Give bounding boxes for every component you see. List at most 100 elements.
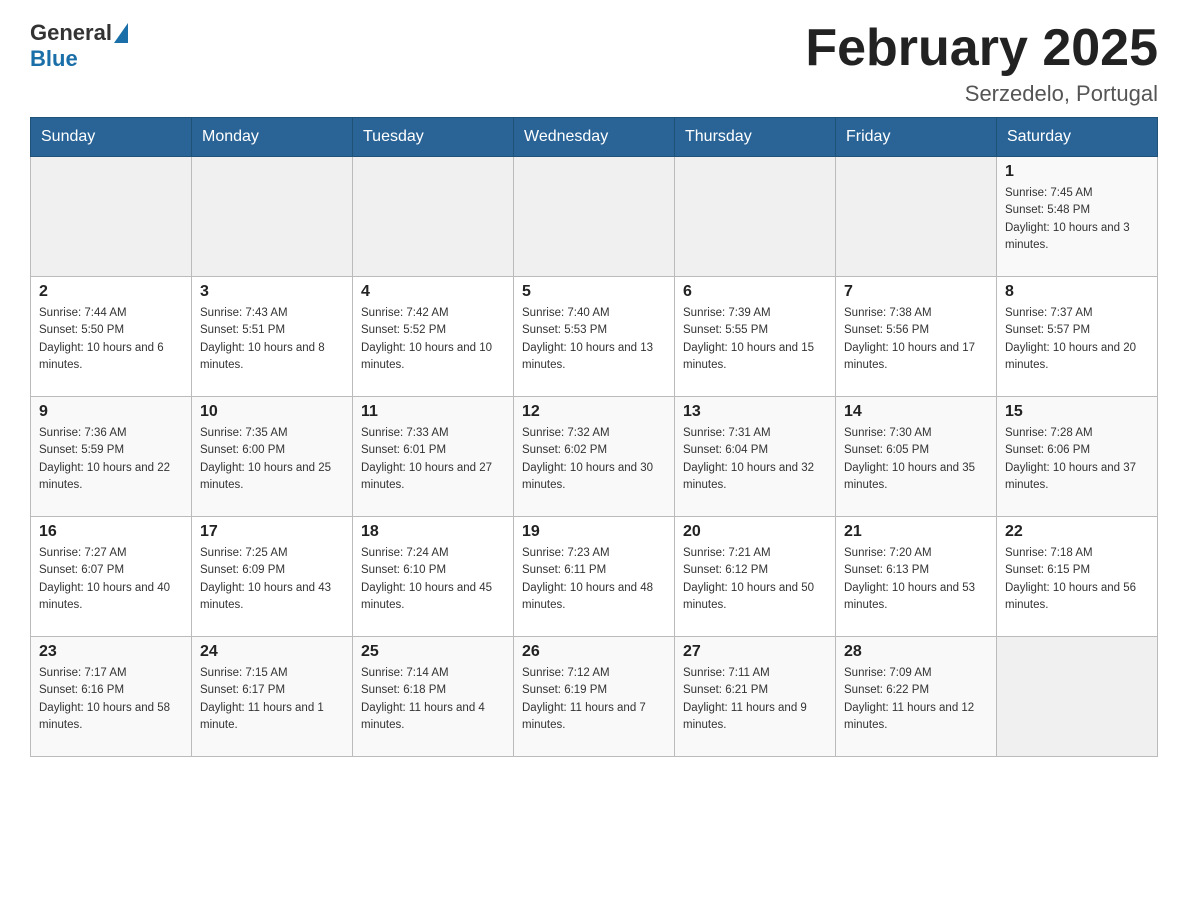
- day-number: 20: [683, 523, 827, 541]
- day-info: Sunrise: 7:43 AMSunset: 5:51 PMDaylight:…: [200, 305, 344, 374]
- calendar-cell: [836, 157, 997, 277]
- calendar-cell: [997, 637, 1158, 757]
- day-info: Sunrise: 7:42 AMSunset: 5:52 PMDaylight:…: [361, 305, 505, 374]
- calendar-cell: 5Sunrise: 7:40 AMSunset: 5:53 PMDaylight…: [514, 277, 675, 397]
- calendar-cell: 18 Sunrise: 7:24 AMSunset: 6:10 PMDayligh…: [353, 517, 514, 637]
- calendar-body: 1Sunrise: 7:45 AMSunset: 5:48 PMDaylight…: [31, 157, 1158, 757]
- calendar-cell: 26 Sunrise: 7:12 AMSunset: 6:19 PMDayligh…: [514, 637, 675, 757]
- calendar-cell: 10 Sunrise: 7:35 AMSunset: 6:00 PMDayligh…: [192, 397, 353, 517]
- calendar-week-5: 23 Sunrise: 7:17 AMSunset: 6:16 PMDayligh…: [31, 637, 1158, 757]
- calendar-week-2: 2 Sunrise: 7:44 AMSunset: 5:50 PMDaylight…: [31, 277, 1158, 397]
- day-info: Sunrise: 7:24 AMSunset: 6:10 PMDaylight:…: [361, 545, 505, 614]
- calendar-cell: 4Sunrise: 7:42 AMSunset: 5:52 PMDaylight…: [353, 277, 514, 397]
- day-info: Sunrise: 7:45 AMSunset: 5:48 PMDaylight:…: [1005, 185, 1149, 254]
- col-monday: Monday: [192, 118, 353, 157]
- day-number: 23: [39, 643, 183, 661]
- day-info: Sunrise: 7:28 AMSunset: 6:06 PMDaylight:…: [1005, 425, 1149, 494]
- day-number: 15: [1005, 403, 1149, 421]
- day-number: 10: [200, 403, 344, 421]
- calendar-cell: 15 Sunrise: 7:28 AMSunset: 6:06 PMDayligh…: [997, 397, 1158, 517]
- title-block: February 2025 Serzedelo, Portugal: [805, 20, 1158, 107]
- day-info: Sunrise: 7:12 AMSunset: 6:19 PMDaylight:…: [522, 665, 666, 734]
- day-number: 3: [200, 283, 344, 301]
- calendar-cell: 20Sunrise: 7:21 AMSunset: 6:12 PMDayligh…: [675, 517, 836, 637]
- day-info: Sunrise: 7:38 AMSunset: 5:56 PMDaylight:…: [844, 305, 988, 374]
- day-number: 11: [361, 403, 505, 421]
- page-header: General Blue February 2025 Serzedelo, Po…: [30, 20, 1158, 107]
- day-number: 24: [200, 643, 344, 661]
- day-info: Sunrise: 7:37 AMSunset: 5:57 PMDaylight:…: [1005, 305, 1149, 374]
- calendar-cell: 9 Sunrise: 7:36 AMSunset: 5:59 PMDaylight…: [31, 397, 192, 517]
- day-number: 13: [683, 403, 827, 421]
- calendar-cell: 8 Sunrise: 7:37 AMSunset: 5:57 PMDaylight…: [997, 277, 1158, 397]
- calendar-cell: 1Sunrise: 7:45 AMSunset: 5:48 PMDaylight…: [997, 157, 1158, 277]
- day-info: Sunrise: 7:44 AMSunset: 5:50 PMDaylight:…: [39, 305, 183, 374]
- calendar-week-4: 16 Sunrise: 7:27 AMSunset: 6:07 PMDayligh…: [31, 517, 1158, 637]
- day-number: 6: [683, 283, 827, 301]
- day-info: Sunrise: 7:18 AMSunset: 6:15 PMDaylight:…: [1005, 545, 1149, 614]
- day-info: Sunrise: 7:30 AMSunset: 6:05 PMDaylight:…: [844, 425, 988, 494]
- day-number: 27: [683, 643, 827, 661]
- logo-blue-text: Blue: [30, 46, 78, 71]
- day-number: 17: [200, 523, 344, 541]
- day-info: Sunrise: 7:31 AMSunset: 6:04 PMDaylight:…: [683, 425, 827, 494]
- calendar-cell: 6Sunrise: 7:39 AMSunset: 5:55 PMDaylight…: [675, 277, 836, 397]
- day-info: Sunrise: 7:25 AMSunset: 6:09 PMDaylight:…: [200, 545, 344, 614]
- day-info: Sunrise: 7:36 AMSunset: 5:59 PMDaylight:…: [39, 425, 183, 494]
- calendar-cell: 23 Sunrise: 7:17 AMSunset: 6:16 PMDayligh…: [31, 637, 192, 757]
- day-number: 2: [39, 283, 183, 301]
- calendar-cell: [192, 157, 353, 277]
- calendar-cell: 14Sunrise: 7:30 AMSunset: 6:05 PMDayligh…: [836, 397, 997, 517]
- day-info: Sunrise: 7:09 AMSunset: 6:22 PMDaylight:…: [844, 665, 988, 734]
- day-info: Sunrise: 7:27 AMSunset: 6:07 PMDaylight:…: [39, 545, 183, 614]
- calendar-week-3: 9 Sunrise: 7:36 AMSunset: 5:59 PMDaylight…: [31, 397, 1158, 517]
- calendar-cell: 7 Sunrise: 7:38 AMSunset: 5:56 PMDaylight…: [836, 277, 997, 397]
- calendar-cell: 28 Sunrise: 7:09 AMSunset: 6:22 PMDayligh…: [836, 637, 997, 757]
- calendar-cell: 13 Sunrise: 7:31 AMSunset: 6:04 PMDayligh…: [675, 397, 836, 517]
- calendar-cell: [514, 157, 675, 277]
- day-number: 16: [39, 523, 183, 541]
- logo: General Blue: [30, 20, 130, 72]
- calendar-cell: 2 Sunrise: 7:44 AMSunset: 5:50 PMDaylight…: [31, 277, 192, 397]
- day-info: Sunrise: 7:20 AMSunset: 6:13 PMDaylight:…: [844, 545, 988, 614]
- day-info: Sunrise: 7:14 AMSunset: 6:18 PMDaylight:…: [361, 665, 505, 734]
- day-number: 5: [522, 283, 666, 301]
- calendar-cell: 21 Sunrise: 7:20 AMSunset: 6:13 PMDayligh…: [836, 517, 997, 637]
- day-number: 21: [844, 523, 988, 541]
- calendar-table: Sunday Monday Tuesday Wednesday Thursday…: [30, 117, 1158, 757]
- day-info: Sunrise: 7:17 AMSunset: 6:16 PMDaylight:…: [39, 665, 183, 734]
- day-number: 18: [361, 523, 505, 541]
- calendar-cell: 16 Sunrise: 7:27 AMSunset: 6:07 PMDayligh…: [31, 517, 192, 637]
- calendar-cell: 25 Sunrise: 7:14 AMSunset: 6:18 PMDayligh…: [353, 637, 514, 757]
- calendar-cell: 19 Sunrise: 7:23 AMSunset: 6:11 PMDayligh…: [514, 517, 675, 637]
- col-sunday: Sunday: [31, 118, 192, 157]
- day-number: 7: [844, 283, 988, 301]
- calendar-cell: [31, 157, 192, 277]
- day-number: 8: [1005, 283, 1149, 301]
- day-info: Sunrise: 7:23 AMSunset: 6:11 PMDaylight:…: [522, 545, 666, 614]
- logo-general-text: General: [30, 20, 112, 46]
- calendar-cell: [675, 157, 836, 277]
- day-info: Sunrise: 7:35 AMSunset: 6:00 PMDaylight:…: [200, 425, 344, 494]
- col-thursday: Thursday: [675, 118, 836, 157]
- col-saturday: Saturday: [997, 118, 1158, 157]
- day-info: Sunrise: 7:15 AMSunset: 6:17 PMDaylight:…: [200, 665, 344, 734]
- calendar-cell: 3 Sunrise: 7:43 AMSunset: 5:51 PMDaylight…: [192, 277, 353, 397]
- calendar-cell: [353, 157, 514, 277]
- day-number: 9: [39, 403, 183, 421]
- day-number: 12: [522, 403, 666, 421]
- day-info: Sunrise: 7:32 AMSunset: 6:02 PMDaylight:…: [522, 425, 666, 494]
- day-number: 19: [522, 523, 666, 541]
- day-number: 28: [844, 643, 988, 661]
- calendar-week-1: 1Sunrise: 7:45 AMSunset: 5:48 PMDaylight…: [31, 157, 1158, 277]
- calendar-cell: 12 Sunrise: 7:32 AMSunset: 6:02 PMDayligh…: [514, 397, 675, 517]
- calendar-header: Sunday Monday Tuesday Wednesday Thursday…: [31, 118, 1158, 157]
- logo-triangle-icon: [114, 23, 128, 43]
- calendar-cell: 17 Sunrise: 7:25 AMSunset: 6:09 PMDayligh…: [192, 517, 353, 637]
- col-friday: Friday: [836, 118, 997, 157]
- day-number: 25: [361, 643, 505, 661]
- calendar-cell: 22 Sunrise: 7:18 AMSunset: 6:15 PMDayligh…: [997, 517, 1158, 637]
- day-number: 26: [522, 643, 666, 661]
- day-number: 22: [1005, 523, 1149, 541]
- calendar-location: Serzedelo, Portugal: [805, 81, 1158, 107]
